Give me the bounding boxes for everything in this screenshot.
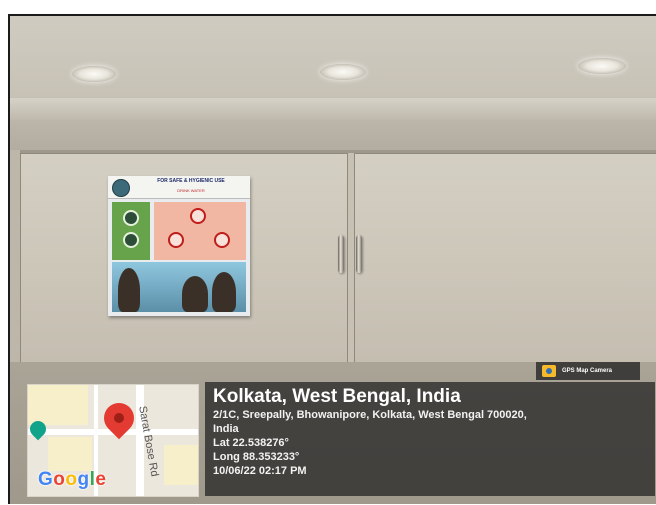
google-logo: Google — [38, 469, 107, 490]
ceiling-light-right — [578, 58, 626, 74]
poster-person — [212, 272, 236, 312]
location-pin-center — [111, 410, 127, 426]
poster-do-icon — [123, 210, 139, 226]
timestamp: 10/06/22 02:17 PM — [213, 465, 307, 477]
poster-do-icon — [123, 232, 139, 248]
poster-person — [118, 268, 140, 312]
poster-subtitle: DRINK WATER — [177, 188, 205, 193]
map-area — [28, 385, 88, 425]
poster-do-panel — [112, 202, 150, 260]
map-thumbnail[interactable]: Sarat Bose Rd Google — [27, 384, 199, 497]
ceiling-beam — [10, 98, 656, 120]
latitude: Lat 22.538276° — [213, 437, 289, 449]
poster-title: FOR SAFE & HYGIENIC USE — [157, 178, 225, 184]
location-info-panel: Kolkata, West Bengal, India 2/1C, Sreepa… — [205, 382, 655, 496]
poster-dont-panel — [154, 202, 246, 260]
map-area — [164, 445, 198, 485]
wall-strip — [10, 120, 656, 150]
poster-header: FOR SAFE & HYGIENIC USE DRINK WATER — [108, 176, 250, 199]
poster-dont-icon — [168, 232, 184, 248]
cabinet-door-right — [354, 153, 656, 365]
poster-logo-icon — [112, 179, 130, 197]
location-overlay: Sarat Bose Rd Google Kolkata, West Benga… — [15, 372, 656, 502]
address-line: 2/1C, Sreepally, Bhowanipore, Kolkata, W… — [213, 409, 527, 421]
hygiene-poster: FOR SAFE & HYGIENIC USE DRINK WATER — [108, 176, 250, 316]
photo-frame: FOR SAFE & HYGIENIC USE DRINK WATER GPS … — [0, 0, 656, 505]
location-title: Kolkata, West Bengal, India — [213, 386, 461, 407]
poster-dont-icon — [190, 208, 206, 224]
map-area — [48, 437, 92, 471]
cabinet-handle-left — [338, 235, 344, 273]
ceiling-light-left — [72, 66, 116, 82]
poster-photo-panel — [112, 262, 246, 312]
poster-person — [182, 276, 208, 312]
ceiling-light-center — [320, 64, 366, 80]
cabinet-handle-right — [356, 235, 362, 273]
address-country: India — [213, 423, 239, 435]
poster-dont-icon — [214, 232, 230, 248]
longitude: Long 88.353233° — [213, 451, 300, 463]
